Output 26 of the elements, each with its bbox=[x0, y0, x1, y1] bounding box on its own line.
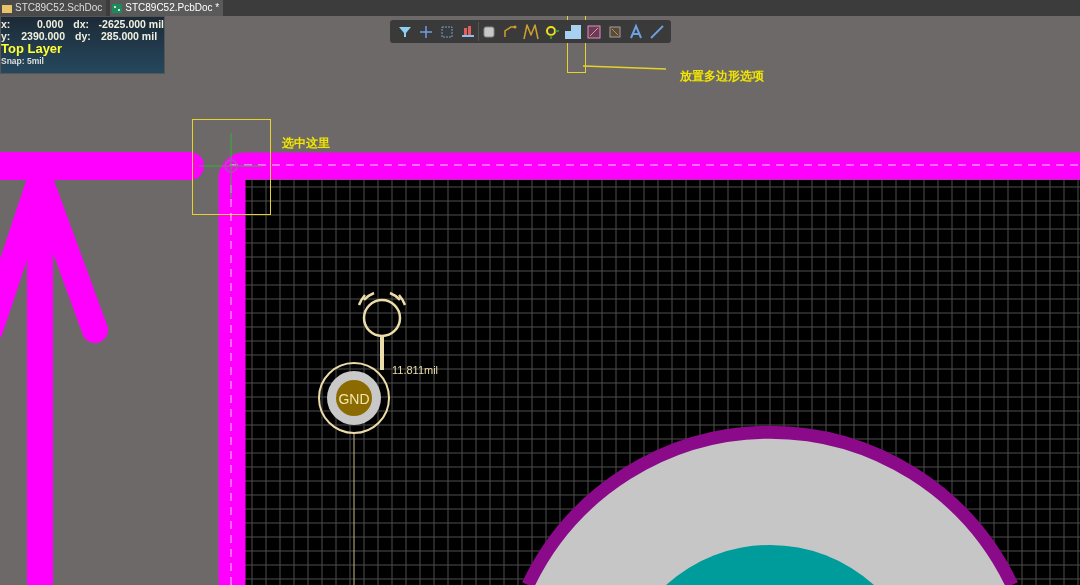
coordinate-text: 0.000 bbox=[36, 18, 64, 30]
layer-name: Top Layer bbox=[1, 42, 64, 56]
snap-text: Snap: 5mil bbox=[1, 56, 45, 66]
crosshair-cursor bbox=[198, 132, 263, 199]
dimension-label: 11.811mil bbox=[392, 364, 439, 376]
toolbar-button[interactable] bbox=[520, 22, 541, 41]
coordinate-text: x: bbox=[1, 18, 12, 30]
coordinate-text: dx: bbox=[73, 18, 91, 30]
folder-icon bbox=[2, 3, 12, 13]
document-tab[interactable]: STC89C52.SchDoc bbox=[0, 0, 107, 16]
coordinate-text: dy: bbox=[75, 30, 92, 42]
coordinate-text: 2390.000 bbox=[20, 30, 65, 42]
annotation-text: 放置多边形选项 bbox=[680, 69, 764, 83]
polygon-icon bbox=[563, 22, 582, 41]
coordinate-text: 285.000 mil bbox=[101, 30, 158, 42]
fill-icon bbox=[584, 22, 603, 41]
board-icon bbox=[112, 3, 123, 13]
coordinate-text: -2625.000 mil bbox=[98, 18, 164, 30]
gnd-pad[interactable] bbox=[318, 362, 390, 434]
toolbar-button[interactable] bbox=[562, 22, 583, 41]
coordinate-text: y: bbox=[1, 30, 12, 42]
annotation-text: 选中这里 bbox=[282, 136, 330, 150]
document-tab[interactable]: STC89C52.PcbDoc * bbox=[110, 0, 224, 16]
wave-icon bbox=[521, 22, 540, 41]
pad-label: GND bbox=[338, 391, 370, 407]
outline-track[interactable] bbox=[0, 152, 204, 180]
